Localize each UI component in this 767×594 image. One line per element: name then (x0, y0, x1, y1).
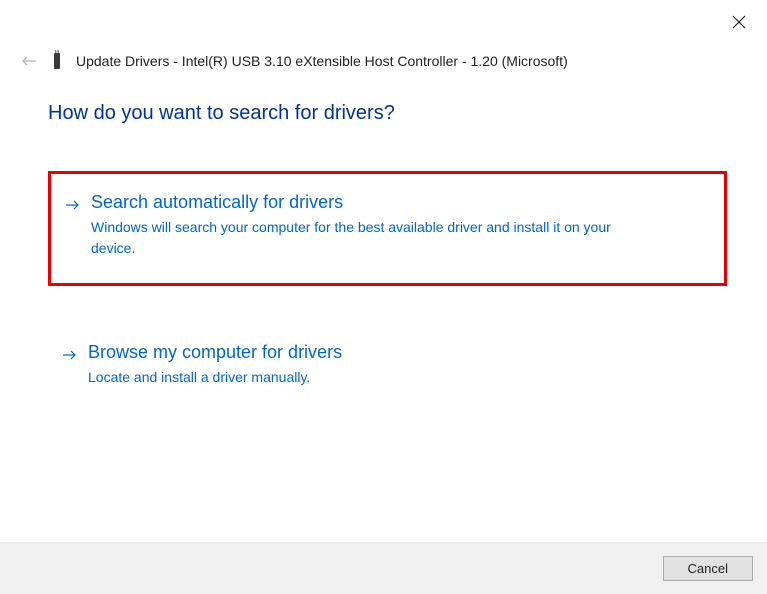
back-button[interactable] (20, 52, 38, 70)
back-arrow-icon (20, 52, 38, 70)
option-title: Search automatically for drivers (91, 192, 710, 213)
cancel-button[interactable]: Cancel (663, 556, 753, 581)
window-title: Update Drivers - Intel(R) USB 3.10 eXten… (76, 53, 568, 69)
arrow-right-icon (62, 347, 78, 363)
content-area: How do you want to search for drivers? S… (48, 102, 727, 442)
device-icon (50, 50, 64, 72)
page-question: How do you want to search for drivers? (48, 102, 727, 125)
option-browse-computer[interactable]: Browse my computer for drivers Locate an… (48, 328, 727, 406)
close-button[interactable] (731, 14, 747, 30)
close-icon (732, 15, 746, 29)
footer: Cancel (0, 542, 767, 594)
header: Update Drivers - Intel(R) USB 3.10 eXten… (20, 50, 747, 72)
arrow-right-icon (65, 197, 81, 213)
option-title: Browse my computer for drivers (88, 342, 713, 363)
option-search-automatically[interactable]: Search automatically for drivers Windows… (48, 171, 727, 286)
option-description: Windows will search your computer for th… (91, 217, 651, 259)
option-description: Locate and install a driver manually. (88, 367, 648, 388)
